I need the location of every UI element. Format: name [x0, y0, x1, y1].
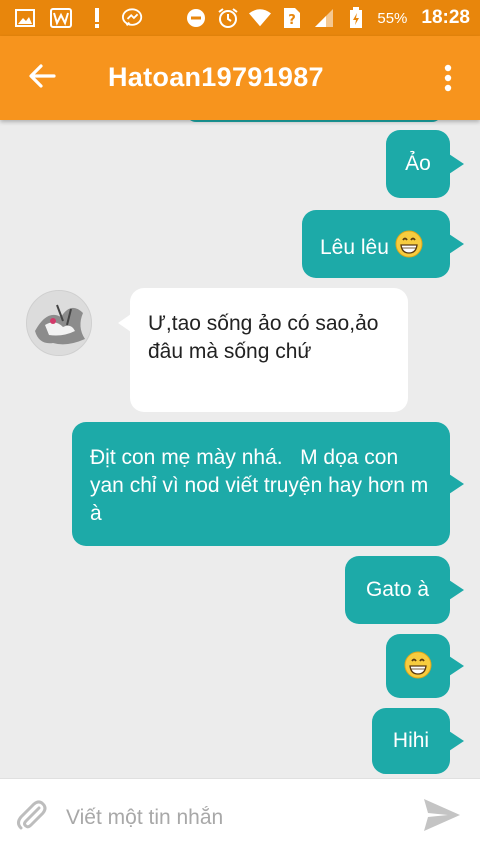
battery-icon	[345, 7, 367, 29]
svg-text:?: ?	[289, 13, 297, 28]
signal-icon	[313, 7, 335, 29]
grin-emoji-icon	[404, 651, 432, 687]
wifi-icon	[249, 7, 272, 29]
send-button[interactable]	[418, 795, 466, 839]
message-bubble-incoming[interactable]: Ư,tao sống ảo có sao,ảo đâu mà sống chứ	[118, 288, 408, 412]
message-text: Hihi	[392, 729, 430, 753]
back-button[interactable]	[20, 56, 64, 100]
conversation-title: Hatoan19791987	[108, 62, 324, 92]
arrow-left-icon	[28, 62, 56, 95]
attach-button[interactable]	[12, 797, 52, 837]
alert-icon	[86, 7, 108, 29]
message-bubble-outgoing[interactable]: Hihi	[372, 708, 464, 774]
messenger-icon	[122, 7, 144, 29]
grin-emoji-icon	[395, 230, 423, 266]
no-sim-icon: ?	[281, 7, 303, 29]
message-input[interactable]	[64, 799, 398, 837]
alarm-icon	[217, 7, 239, 29]
battery-percent: 55%	[377, 9, 408, 27]
message-bubble-outgoing[interactable]: Ảo	[386, 130, 464, 198]
image-icon	[14, 7, 36, 29]
message-bubble-outgoing[interactable]: Địt con mẹ mày nhá. M dọa con yan chỉ vì…	[72, 422, 464, 546]
message-list[interactable]: Ảo Lêu lêu Ư,tao sống ảo có sao,ảo đâu m…	[0, 120, 480, 778]
message-bubble-outgoing[interactable]: Lêu lêu	[302, 210, 464, 278]
message-bubble-partial	[186, 120, 442, 122]
message-text: Gato à	[365, 578, 430, 602]
message-bubble-outgoing[interactable]	[386, 634, 464, 698]
message-text: Ư,tao sống ảo có sao,ảo đâu mà sống chứ	[148, 312, 379, 363]
avatar[interactable]	[26, 290, 92, 356]
paperclip-icon	[15, 798, 49, 837]
app-bar: Hatoan19791987	[0, 36, 480, 120]
message-text: Địt con mẹ mày nhá. M dọa con yan chỉ vì…	[90, 446, 435, 525]
clock: 18:28	[421, 7, 470, 28]
more-vert-icon	[444, 64, 452, 97]
more-options-button[interactable]	[430, 58, 466, 102]
message-text: Ảo	[405, 152, 431, 176]
message-bubble-outgoing[interactable]: Gato à	[345, 556, 464, 624]
status-bar: ? 55% 18:28	[0, 0, 480, 36]
send-icon	[422, 797, 462, 838]
message-text: Lêu lêu	[320, 236, 389, 259]
w-app-icon	[50, 7, 72, 29]
minus-circle-icon	[185, 7, 207, 29]
message-composer	[0, 778, 480, 855]
